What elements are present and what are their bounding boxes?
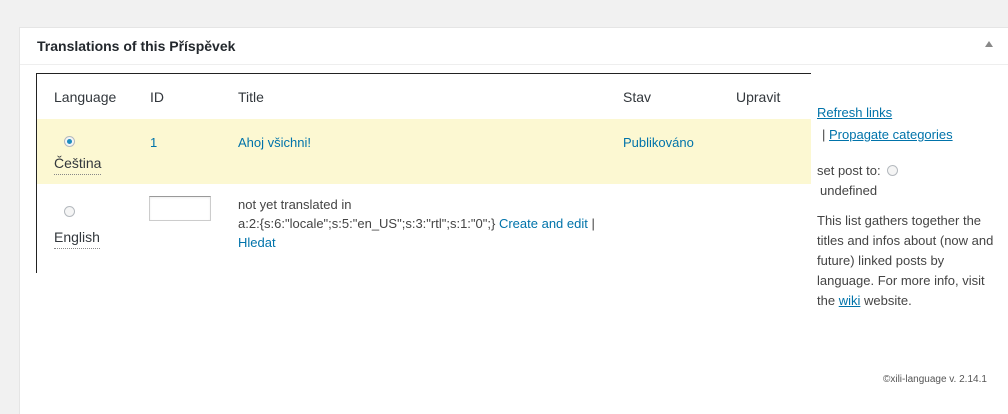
column-header-title: Title (238, 89, 264, 105)
search-link[interactable]: Hledat (238, 235, 276, 250)
not-translated-text: not yet translated in (238, 197, 352, 212)
translations-metabox: Translations of this Příspěvek Language … (19, 27, 1008, 414)
locale-string: a:2:{s:6:"locale";s:5:"en_US";s:3:"rtl";… (238, 216, 496, 231)
side-panel: Refresh links | Propagate categories set… (817, 103, 1002, 311)
column-header-edit: Upravit (736, 89, 781, 105)
post-title: Ahoj všichni! (238, 135, 311, 150)
refresh-links-row: Refresh links (817, 103, 1002, 123)
metabox-header: Translations of this Příspěvek (20, 28, 1008, 65)
table-row: English not yet translated in a:2:{s:6:"… (37, 184, 811, 273)
language-name-cestina: Čeština (54, 154, 102, 175)
column-header-language: Language (54, 89, 117, 105)
language-name-english: English (54, 228, 100, 249)
help-suffix: website. (864, 293, 912, 308)
create-and-edit-link[interactable]: Create and edit (499, 216, 588, 231)
undefined-label: undefined (820, 183, 878, 198)
propagate-row: | Propagate categories (817, 125, 1002, 145)
translation-status-cell: not yet translated in a:2:{s:6:"locale";… (238, 195, 618, 252)
toggle-arrow-icon[interactable] (985, 41, 993, 47)
help-text: This list gathers together the titles an… (817, 211, 1002, 311)
language-radio-cestina[interactable] (64, 136, 75, 147)
wiki-link[interactable]: wiki (839, 293, 861, 308)
column-header-id: ID (150, 89, 164, 105)
plugin-credit: ©xili-language v. 2.14.1 (883, 374, 987, 385)
undefined-radio[interactable] (887, 165, 899, 176)
table-row: Čeština 1 Ahoj všichni! Publikováno (37, 119, 811, 184)
metabox-title: Translations of this Příspěvek (37, 38, 236, 54)
language-radio-english[interactable] (64, 206, 75, 217)
propagate-categories-link[interactable]: Propagate categories (829, 127, 953, 142)
locale-line: a:2:{s:6:"locale";s:5:"en_US";s:3:"rtl";… (238, 214, 618, 252)
set-post-to-label: set post to: (817, 163, 881, 178)
set-post-to-row: set post to: (817, 161, 1002, 181)
link-separator: | (591, 216, 595, 231)
side-separator: | (822, 127, 826, 142)
post-status: Publikováno (623, 135, 694, 150)
column-header-status: Stav (623, 89, 652, 105)
translation-id-input[interactable] (149, 196, 211, 221)
post-id: 1 (150, 135, 158, 150)
refresh-links-link[interactable]: Refresh links (817, 105, 892, 120)
translations-table: Language ID Title Stav Upravit Čeština 1… (36, 73, 811, 273)
